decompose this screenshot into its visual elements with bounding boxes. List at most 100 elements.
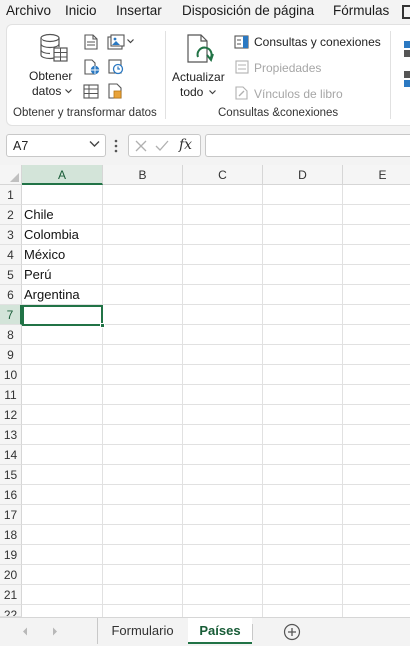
row-header[interactable]: 9	[0, 345, 22, 365]
gridline	[22, 444, 410, 445]
from-table-icon[interactable]	[83, 84, 99, 99]
row-header[interactable]: 8	[0, 325, 22, 345]
column-header-d[interactable]: D	[263, 165, 343, 185]
name-box-value: A7	[13, 139, 29, 153]
menu-formulas[interactable]: Fórmulas	[333, 3, 389, 18]
menu-inicio[interactable]: Inicio	[65, 3, 97, 18]
gridline	[22, 464, 410, 465]
column-header-b[interactable]: B	[103, 165, 183, 185]
get-data-label-1: Obtener	[29, 69, 73, 83]
menu-next-overflow[interactable]	[402, 5, 410, 19]
row-header[interactable]: 2	[0, 205, 22, 225]
row-header[interactable]: 13	[0, 425, 22, 445]
from-web-icon[interactable]	[84, 59, 100, 75]
cell-a6[interactable]: Argentina	[24, 285, 80, 305]
chevron-down-icon[interactable]	[89, 140, 100, 148]
chevron-down-icon	[127, 39, 134, 44]
gridline	[22, 564, 410, 565]
row-header[interactable]: 19	[0, 545, 22, 565]
row-header[interactable]: 3	[0, 225, 22, 245]
gridline	[262, 185, 263, 617]
group-separator	[165, 31, 166, 119]
existing-connections-icon[interactable]	[108, 83, 123, 99]
cell-a3[interactable]: Colombia	[24, 225, 79, 245]
row-header[interactable]: 22	[0, 605, 22, 617]
row-header[interactable]: 14	[0, 445, 22, 465]
get-data-label-2: datos	[32, 84, 62, 98]
from-picture-icon[interactable]	[107, 34, 125, 50]
cell-a4[interactable]: México	[24, 245, 65, 265]
select-all-triangle	[10, 173, 19, 182]
properties-icon	[235, 60, 249, 74]
sheet-tab-paises[interactable]: Países	[188, 618, 252, 644]
gridline	[342, 185, 343, 617]
gridline	[22, 204, 410, 205]
enter-check-icon[interactable]	[155, 140, 169, 152]
select-all-button[interactable]	[0, 165, 22, 185]
column-header-a[interactable]: A	[22, 165, 103, 185]
gridline	[22, 544, 410, 545]
gridline	[22, 404, 410, 405]
chevron-down-icon	[65, 89, 72, 94]
fill-handle[interactable]	[100, 323, 105, 328]
queries-pane-icon	[234, 35, 249, 49]
refresh-icon	[187, 34, 214, 63]
group-label-get-transform: Obtener y transformar datos	[13, 107, 157, 119]
gridline	[22, 264, 410, 265]
column-header-e[interactable]: E	[343, 165, 410, 185]
row-header[interactable]: 10	[0, 365, 22, 385]
group-label-queries: Consultas &conexiones	[218, 107, 339, 119]
row-header[interactable]: 1	[0, 185, 22, 205]
name-box[interactable]: A7	[6, 134, 106, 157]
database-icon	[40, 33, 68, 62]
ribbon-datos: Obtener datos Obtener y transformar dato…	[6, 24, 410, 126]
row-header-selected[interactable]: 7	[0, 305, 22, 325]
gridline	[22, 524, 410, 525]
sheet-tab-formulario[interactable]: Formulario	[97, 618, 187, 644]
row-header[interactable]: 11	[0, 385, 22, 405]
spreadsheet-grid[interactable]: A B C D E 1 2 3 4 5 6 7 8 9 10 11 12 13 …	[0, 165, 410, 617]
menu-archivo[interactable]: Archivo	[6, 3, 51, 18]
gridline	[22, 364, 410, 365]
add-sheet-icon[interactable]	[283, 623, 301, 641]
menu-disposicion[interactable]: Disposición de página	[182, 3, 314, 18]
row-header[interactable]: 12	[0, 405, 22, 425]
gridline	[22, 584, 410, 585]
gridline	[22, 344, 410, 345]
row-header[interactable]: 6	[0, 285, 22, 305]
column-header-c[interactable]: C	[183, 165, 263, 185]
sheet-tabs-bar: Formulario Países	[0, 617, 410, 646]
row-header[interactable]: 16	[0, 485, 22, 505]
row-header[interactable]: 18	[0, 525, 22, 545]
workbook-links-label: Vínculos de libro	[254, 87, 343, 101]
more-options-icon[interactable]	[114, 139, 118, 153]
row-header[interactable]: 20	[0, 565, 22, 585]
from-text-file-icon[interactable]	[84, 34, 98, 50]
tab-separator	[252, 624, 253, 640]
row-header[interactable]: 5	[0, 265, 22, 285]
formula-input[interactable]	[205, 134, 410, 157]
gridline	[22, 424, 410, 425]
insert-function-button[interactable]: fx	[179, 137, 192, 153]
gridline	[22, 224, 410, 225]
gridline	[22, 504, 410, 505]
cell-a2[interactable]: Chile	[24, 205, 54, 225]
menu-insertar[interactable]: Insertar	[116, 3, 162, 18]
scroll-tabs-left-icon[interactable]	[22, 627, 28, 636]
row-header[interactable]: 21	[0, 585, 22, 605]
row-header[interactable]: 4	[0, 245, 22, 265]
sort-icon[interactable]	[403, 39, 410, 87]
gridline	[22, 244, 410, 245]
row-header[interactable]: 15	[0, 465, 22, 485]
cancel-icon[interactable]	[135, 140, 147, 152]
properties-label: Propiedades	[254, 61, 322, 75]
gridline	[22, 484, 410, 485]
cell-a5[interactable]: Perú	[24, 265, 51, 285]
refresh-label-2: todo	[180, 85, 204, 99]
scroll-tabs-right-icon[interactable]	[52, 627, 58, 636]
row-header[interactable]: 17	[0, 505, 22, 525]
active-cell-a7[interactable]	[22, 305, 105, 328]
group-separator	[390, 31, 391, 119]
formula-bar: A7 fx	[0, 131, 410, 161]
recent-sources-icon[interactable]	[108, 59, 124, 75]
